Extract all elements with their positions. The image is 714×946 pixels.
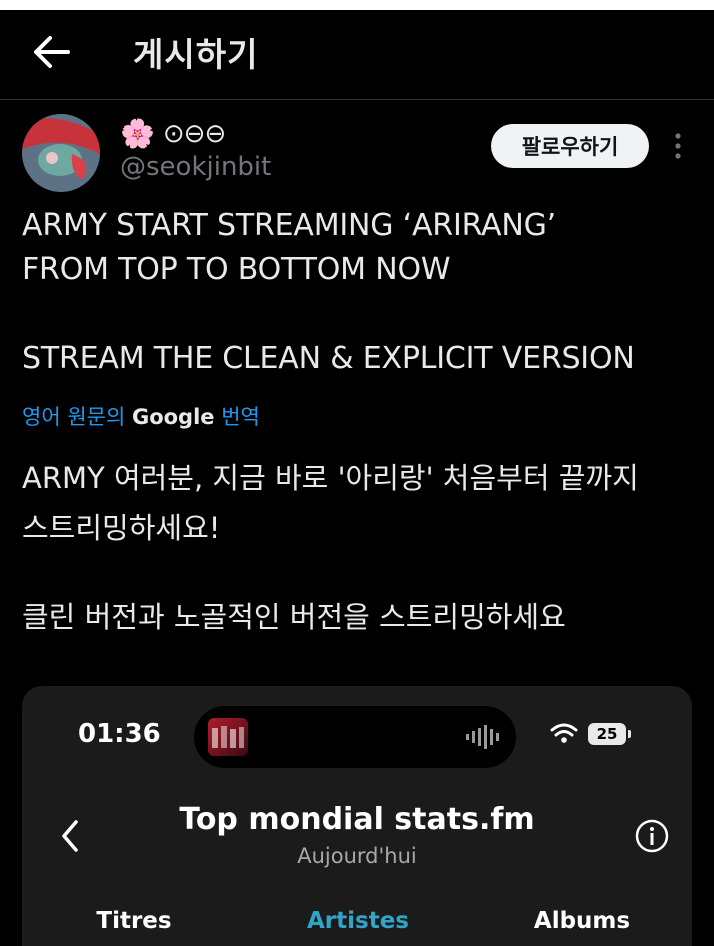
translation-credit[interactable]: 영어 원문의 Google 번역 — [22, 401, 260, 431]
battery-tip — [628, 730, 631, 738]
battery-indicator: 25 — [588, 723, 626, 745]
tab-titres[interactable]: Titres — [54, 908, 214, 934]
display-name: ⊙⊖⊖ — [162, 119, 226, 149]
translation-prefix: 영어 원문의 — [22, 405, 126, 429]
google-logo-text: Google — [131, 405, 215, 429]
translated-text-line: 클린 버전과 노골적인 버전을 스트리밍하세요 — [22, 600, 566, 634]
follow-button[interactable]: 팔로우하기 — [491, 124, 649, 168]
screen-subtitle: Aujourd'hui — [297, 844, 417, 868]
user-handle[interactable]: @seokjinbit — [120, 152, 271, 182]
dynamic-island — [194, 706, 516, 768]
audio-waveform-icon — [466, 725, 499, 749]
post-page: 게시하기 🌸 ⊙⊖⊖ @seokjinbit 팔로우하기 ARMY START … — [0, 0, 714, 946]
attached-screenshot[interactable]: 01:36 25 Top mondial stats.fm Aujourd'hu… — [22, 686, 692, 946]
top-edge-strip — [0, 0, 714, 10]
album-art-thumbnail — [208, 718, 248, 756]
screen-title: Top mondial stats.fm — [179, 802, 535, 837]
post-text-line: STREAM THE CLEAN & EXPLICIT VERSION — [22, 341, 635, 376]
sakura-emoji: 🌸 — [120, 117, 155, 150]
translation-suffix: 번역 — [221, 405, 260, 429]
tab-artistes[interactable]: Artistes — [278, 908, 438, 934]
more-options-icon[interactable] — [666, 128, 690, 164]
translated-text-line: 스트리밍하세요! — [22, 511, 221, 545]
header-bar: 게시하기 — [0, 10, 714, 100]
status-time: 01:36 — [78, 719, 161, 749]
wifi-icon — [550, 723, 578, 743]
back-arrow-icon[interactable] — [32, 34, 72, 70]
post-text-line: ARMY START STREAMING ‘ARIRANG’ — [22, 208, 556, 243]
avatar[interactable] — [22, 114, 100, 192]
translated-text-line: ARMY 여러분, 지금 바로 '아리랑' 처음부터 끝까지 — [22, 461, 639, 495]
page-title: 게시하기 — [133, 35, 259, 74]
avatar-image — [22, 114, 100, 192]
display-name-row[interactable]: 🌸 ⊙⊖⊖ — [120, 117, 226, 150]
info-icon[interactable] — [635, 819, 669, 853]
tab-albums[interactable]: Albums — [502, 908, 662, 934]
post-text-line: FROM TOP TO BOTTOM NOW — [22, 252, 451, 287]
